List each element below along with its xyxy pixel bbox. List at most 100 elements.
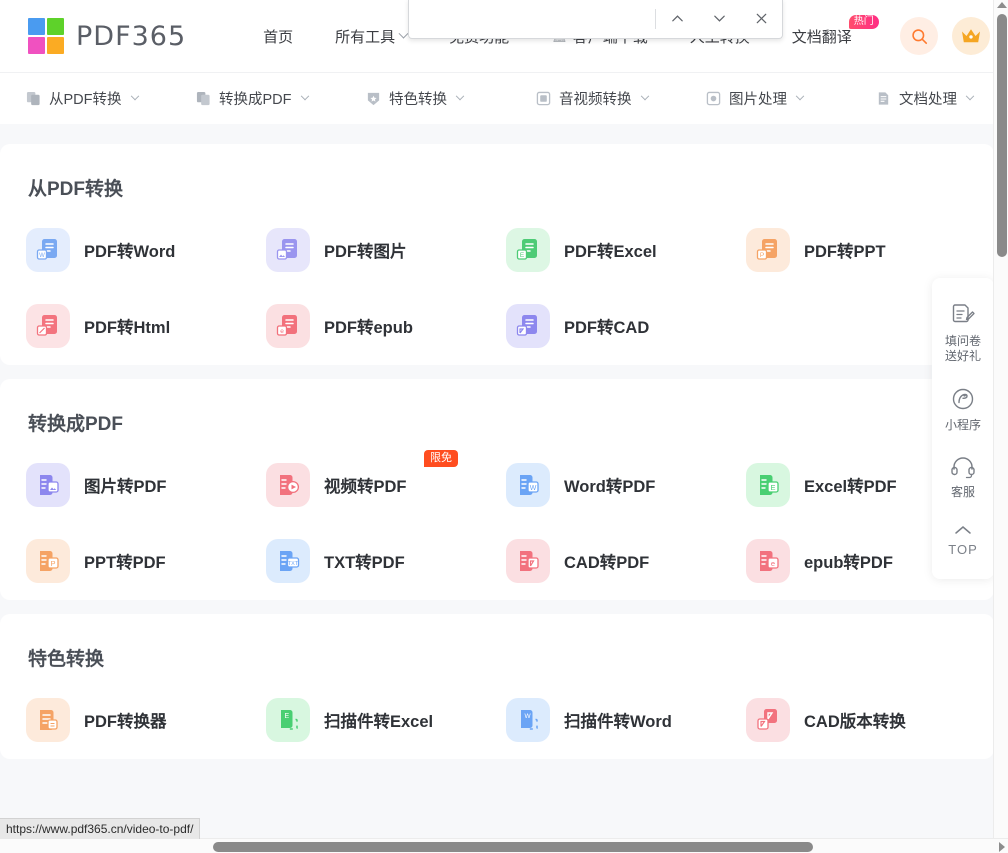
status-bar-url: https://www.pdf365.cn/video-to-pdf/ xyxy=(0,818,201,839)
subnav-label: 音视频转换 xyxy=(559,92,632,108)
tool-label: CAD版本转换 xyxy=(804,713,906,731)
scroll-right-arrow-icon[interactable] xyxy=(999,842,1005,852)
logo-grid-icon xyxy=(28,18,64,54)
svg-text:E: E xyxy=(520,252,525,259)
svg-text:P: P xyxy=(760,252,764,259)
cad-to-pdf-icon xyxy=(506,539,550,583)
brand-name: PDF365 xyxy=(76,20,187,52)
nav-label: 文档翻译 xyxy=(791,28,852,46)
section-title: 从PDF转换 xyxy=(28,179,124,200)
section-featured: 特色转换 PDF转换器 E 扫描件转Excel W 扫描件转Word CAD版本… xyxy=(0,614,994,759)
tool-scan-to-word[interactable]: W 扫描件转Word xyxy=(506,697,746,743)
tool-label: 视频转PDF xyxy=(324,478,407,496)
chevron-down-icon xyxy=(455,91,465,100)
find-previous-button[interactable] xyxy=(656,0,698,38)
chevron-down-icon xyxy=(130,91,139,100)
close-icon xyxy=(756,13,766,24)
subnav-item-from-pdf[interactable]: 从PDF转换 xyxy=(26,88,196,109)
subnav-item-image[interactable]: 图片处理 xyxy=(706,88,876,109)
horizontal-scrollbar[interactable] xyxy=(0,838,1008,853)
excel-to-pdf-icon: E xyxy=(746,463,790,507)
ppt-to-pdf-icon: P xyxy=(26,539,70,583)
tool-grid: W PDF转Word PDF转图片 E PDF转Excel P PDF转PPT … xyxy=(0,227,994,349)
subnav-item-media[interactable]: 音视频转换 xyxy=(536,88,706,109)
svg-text:e: e xyxy=(280,328,284,335)
svg-text:TXT: TXT xyxy=(288,561,299,567)
chevron-down-icon xyxy=(965,91,975,100)
image-to-pdf-icon xyxy=(26,463,70,507)
subnav-item-to-pdf[interactable]: 转换成PDF xyxy=(196,88,366,109)
pdf-to-html-icon xyxy=(26,304,70,348)
document-icon xyxy=(876,91,891,106)
brand-logo[interactable]: PDF365 xyxy=(28,18,186,54)
subnav-label: 从PDF转换 xyxy=(49,92,122,108)
tool-txt-to-pdf[interactable]: TXT TXT转PDF xyxy=(266,538,506,584)
scan-to-excel-icon: E xyxy=(266,698,310,742)
txt-to-pdf-icon: TXT xyxy=(266,539,310,583)
tool-pdf-to-cad[interactable]: PDF转CAD xyxy=(506,303,746,349)
nav-item-doc-translate[interactable]: 文档翻译 热门 xyxy=(771,14,879,47)
find-close-button[interactable] xyxy=(740,0,782,38)
vertical-scrollbar[interactable] xyxy=(993,0,1008,838)
rail-item-survey[interactable]: 填问卷 送好礼 xyxy=(932,292,994,376)
status-badge-limited-free: 限免 xyxy=(424,450,458,467)
find-input[interactable] xyxy=(409,0,655,38)
tool-label: 图片转PDF xyxy=(84,478,167,496)
tool-label: Word转PDF xyxy=(564,478,656,496)
pdf-import-icon xyxy=(196,91,211,106)
headset-icon xyxy=(951,457,975,479)
star-shield-icon xyxy=(366,91,381,106)
tools-content[interactable]: 从PDF转换 W PDF转Word PDF转图片 E PDF转Excel P P… xyxy=(0,124,994,835)
tool-pdf-to-image[interactable]: PDF转图片 xyxy=(266,227,506,273)
search-icon xyxy=(911,28,927,44)
svg-text:P: P xyxy=(50,559,55,568)
pdf-to-epub-icon: e xyxy=(266,304,310,348)
section-title: 转换成PDF xyxy=(28,414,124,435)
tool-word-to-pdf[interactable]: W Word转PDF xyxy=(506,462,746,508)
pdf-export-icon xyxy=(26,91,41,106)
tool-pdf-converter[interactable]: PDF转换器 xyxy=(26,697,266,743)
tool-label: PDF转Html xyxy=(84,319,171,337)
tool-label: PDF转PPT xyxy=(804,243,886,261)
tool-grid: PDF转换器 E 扫描件转Excel W 扫描件转Word CAD版本转换 xyxy=(0,697,994,743)
tool-pdf-to-html[interactable]: PDF转Html xyxy=(26,303,266,349)
tool-cad-version-convert[interactable]: CAD版本转换 xyxy=(746,697,986,743)
horizontal-scroll-thumb[interactable] xyxy=(213,842,813,852)
tool-scan-to-excel[interactable]: E 扫描件转Excel xyxy=(266,697,506,743)
tool-ppt-to-pdf[interactable]: P PPT转PDF xyxy=(26,538,266,584)
vertical-scroll-thumb[interactable] xyxy=(997,14,1007,257)
nav-item-home[interactable]: 首页 xyxy=(242,26,314,47)
tool-pdf-to-epub[interactable]: e PDF转epub xyxy=(266,303,506,349)
tool-label: epub转PDF xyxy=(804,554,893,572)
tool-label: PDF转换器 xyxy=(84,713,167,731)
rail-item-miniprogram[interactable]: 小程序 xyxy=(932,376,994,445)
subnav-item-document[interactable]: 文档处理 xyxy=(876,88,1008,109)
tool-label: PDF转Word xyxy=(84,243,176,261)
tool-label: PPT转PDF xyxy=(84,554,166,572)
browser-viewport: PDF365 首页 所有工具 免费功能 🖥 客户端下载 人工转换 文档翻译 xyxy=(0,0,1008,853)
tool-label: 扫描件转Excel xyxy=(324,713,434,731)
tool-pdf-to-excel[interactable]: E PDF转Excel xyxy=(506,227,746,273)
tool-image-to-pdf[interactable]: 图片转PDF xyxy=(26,462,266,508)
tool-cad-to-pdf[interactable]: CAD转PDF xyxy=(506,538,746,584)
pdf-to-cad-icon xyxy=(506,304,550,348)
tool-label: Excel转PDF xyxy=(804,478,897,496)
subnav-label: 转换成PDF xyxy=(219,92,292,108)
subnav-item-featured[interactable]: 特色转换 xyxy=(366,88,536,109)
chevron-down-icon xyxy=(300,91,309,100)
nav-label: 首页 xyxy=(263,28,294,46)
search-button[interactable] xyxy=(900,17,938,55)
chevron-down-icon xyxy=(640,91,649,100)
media-icon xyxy=(536,91,551,106)
nav-label: 所有工具 xyxy=(335,28,396,46)
scroll-up-arrow-icon[interactable] xyxy=(997,2,1007,8)
rail-item-support[interactable]: 客服 xyxy=(932,445,994,512)
tool-pdf-to-word[interactable]: W PDF转Word xyxy=(26,227,266,273)
floating-side-rail: 填问卷 送好礼 小程序 客服 TOP xyxy=(932,278,994,579)
rail-item-back-to-top[interactable]: TOP xyxy=(932,512,994,569)
tool-pdf-to-ppt[interactable]: P PDF转PPT xyxy=(746,227,986,273)
tool-label: 扫描件转Word xyxy=(564,713,672,731)
tool-video-to-pdf[interactable]: 视频转PDF 限免 xyxy=(266,450,506,508)
find-next-button[interactable] xyxy=(698,0,740,38)
vip-button[interactable] xyxy=(952,17,990,55)
